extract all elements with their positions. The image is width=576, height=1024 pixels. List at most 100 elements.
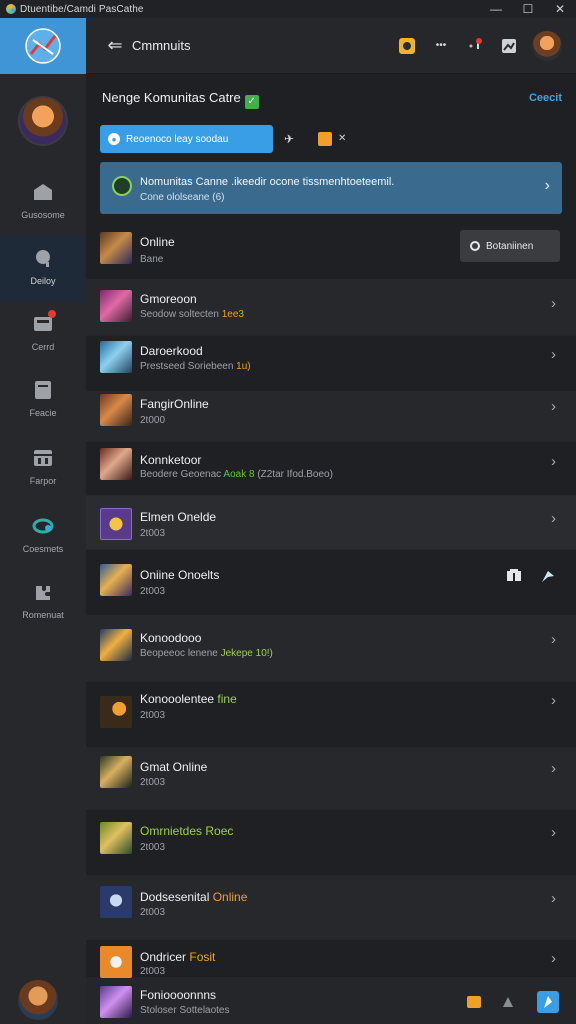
game-thumbnail	[100, 946, 132, 978]
share-icon[interactable]	[540, 568, 556, 584]
item-name: Elmen Onelde	[140, 510, 217, 524]
notification-button[interactable]	[390, 18, 424, 74]
tag-close-icon[interactable]: ✕	[338, 133, 346, 144]
profile-avatar[interactable]	[18, 980, 58, 1020]
sidebar-item-plugins[interactable]: Romenuat	[0, 570, 86, 636]
list-item[interactable]: Konoodooo Beopeeoc lenene Jekepe 10!) ›	[86, 616, 576, 682]
section-title: Nenge Komunitas Catre	[102, 90, 241, 105]
chevron-right-icon: ›	[551, 950, 556, 967]
tag-icon[interactable]	[318, 132, 332, 146]
sidebar-item-label: Coesmets	[22, 544, 64, 554]
item-name: Online	[140, 235, 175, 249]
folder-icon[interactable]	[466, 994, 482, 1010]
item-name-highlight: Fosit	[189, 950, 216, 964]
list-item[interactable]: Elmen Onelde 2t003 ›	[86, 496, 576, 550]
item-subtitle: 2t003	[140, 586, 166, 597]
list-item[interactable]: Gmat Online 2t003 ›	[86, 748, 576, 810]
search-button-label: Botaniinen	[486, 240, 534, 252]
item-name: Dodsesenital Online	[140, 890, 247, 904]
game-thumbnail	[100, 696, 132, 728]
sidebar-item-inbox[interactable]: Cerrd	[0, 302, 86, 368]
item-subtitle: Seodow soltecten 1ee3	[140, 309, 244, 320]
sidebar-item-home[interactable]: Gusosome	[0, 170, 86, 236]
item-name-text: Omrnietdes	[140, 824, 203, 838]
item-subtitle: 2t003	[140, 710, 166, 721]
community-banner[interactable]: Nomunitas Canne .ikeedir ocone tissmenht…	[100, 162, 562, 214]
back-button[interactable]: ⇐	[98, 35, 132, 56]
list-item[interactable]: Ondricer Fosit 2t003 ›	[86, 940, 576, 978]
chevron-right-icon: ›	[551, 453, 556, 470]
item-subtitle: Stoloser Sottelaotes	[140, 1005, 230, 1016]
item-name: Konoodooo	[140, 631, 202, 645]
sidebar-item-connects[interactable]: Coesmets	[0, 504, 86, 570]
list-item[interactable]: Online Bane Botaniinen	[86, 222, 576, 280]
list-item[interactable]: Omrnietdes Roec 2t003 ›	[86, 810, 576, 876]
game-thumbnail	[100, 564, 132, 596]
item-name-text: Konooolentee	[140, 692, 215, 706]
list-item[interactable]: Oniine Onoelts 2t003	[86, 550, 576, 616]
chevron-right-icon: ›	[544, 177, 550, 194]
item-highlight: 1u)	[236, 361, 251, 372]
item-name: Gmoreoon	[140, 292, 197, 306]
item-name: Fonioooonnns	[140, 988, 217, 1002]
item-subtitle: 2t003	[140, 842, 166, 853]
more-button[interactable]: •••	[424, 18, 458, 74]
minimize-button[interactable]: —	[480, 2, 512, 16]
sidebar-item-label: Romenuat	[22, 610, 64, 620]
compass-icon[interactable]	[536, 990, 560, 1014]
item-name-highlight: Roec	[205, 824, 234, 838]
game-thumbnail	[100, 394, 132, 426]
grid-icon[interactable]	[506, 568, 522, 584]
account-avatar[interactable]	[532, 30, 562, 61]
game-thumbnail	[100, 986, 132, 1018]
notification-badge	[48, 310, 56, 318]
item-highlight: 1ee3	[221, 309, 244, 320]
item-name: Oniine Onoelts	[140, 568, 220, 582]
game-thumbnail	[100, 232, 132, 264]
alert-icon	[469, 37, 482, 49]
pin-icon[interactable]	[500, 994, 516, 1010]
search-button[interactable]: Botaniinen	[460, 230, 560, 262]
item-name: FangirOnline	[140, 397, 209, 411]
game-thumbnail	[100, 756, 132, 788]
now-playing-bar[interactable]: Fonioooonnns Stoloser Sottelaotes	[86, 978, 576, 1024]
image-button[interactable]	[492, 18, 526, 74]
alert-button[interactable]	[458, 18, 492, 74]
chevron-right-icon: ›	[551, 398, 556, 415]
item-subtitle-text: Beopeeoc lenene	[140, 648, 221, 659]
item-highlight: Jekepe 10!)	[220, 648, 273, 659]
list-item[interactable]: Dodsesenital Online 2t003 ›	[86, 876, 576, 940]
chevron-right-icon: ›	[551, 824, 556, 841]
pin-icon[interactable]: ✈	[284, 132, 294, 146]
item-subtitle: 2t000	[140, 415, 166, 426]
item-subtitle: 2t003	[140, 777, 166, 788]
list-item[interactable]: Gmoreoon Seodow soltecten 1ee3 ›	[86, 280, 576, 336]
user-avatar[interactable]	[18, 96, 68, 146]
puzzle-icon	[36, 586, 50, 600]
header-link[interactable]: Ceecit	[529, 92, 562, 104]
list-item[interactable]: Daroerkood Prestseed Soriebeen 1u) ›	[86, 336, 576, 392]
chevron-right-icon: ›	[551, 631, 556, 648]
sidebar-item-calendar[interactable]: Farpor	[0, 436, 86, 502]
item-subtitle: Beopeeoc lenene Jekepe 10!)	[140, 648, 273, 659]
item-name-highlight: fine	[217, 692, 237, 706]
bell-icon	[399, 37, 415, 54]
item-subtitle: Prestseed Soriebeen 1u)	[140, 361, 251, 372]
item-name-text: Dodsesenital	[140, 890, 210, 904]
list-item[interactable]: Konooolentee fine 2t003 ›	[86, 682, 576, 748]
item-name: Konooolentee fine	[140, 692, 237, 706]
app-logo[interactable]	[0, 18, 86, 74]
item-subtitle: 2t003	[140, 966, 166, 977]
sidebar-item-search[interactable]: Deiloy	[0, 236, 86, 302]
section-heading: Nenge Komunitas Catre ✓	[102, 90, 259, 109]
link-icon	[32, 518, 54, 534]
item-name-text: Ondricer	[140, 950, 187, 964]
maximize-button[interactable]: ☐	[512, 2, 544, 16]
list-item[interactable]: FangirOnline 2t000 ›	[86, 392, 576, 442]
filter-chip[interactable]: ● Reoenoco leay soodau	[100, 125, 273, 153]
close-button[interactable]: ✕	[544, 2, 576, 16]
item-name: Omrnietdes Roec	[140, 824, 233, 838]
search-icon	[36, 250, 50, 267]
sidebar-item-files[interactable]: Feacie	[0, 368, 86, 434]
list-item[interactable]: Konnketoor Beodere Geoenac Aoak 8 (Z2tar…	[86, 442, 576, 496]
